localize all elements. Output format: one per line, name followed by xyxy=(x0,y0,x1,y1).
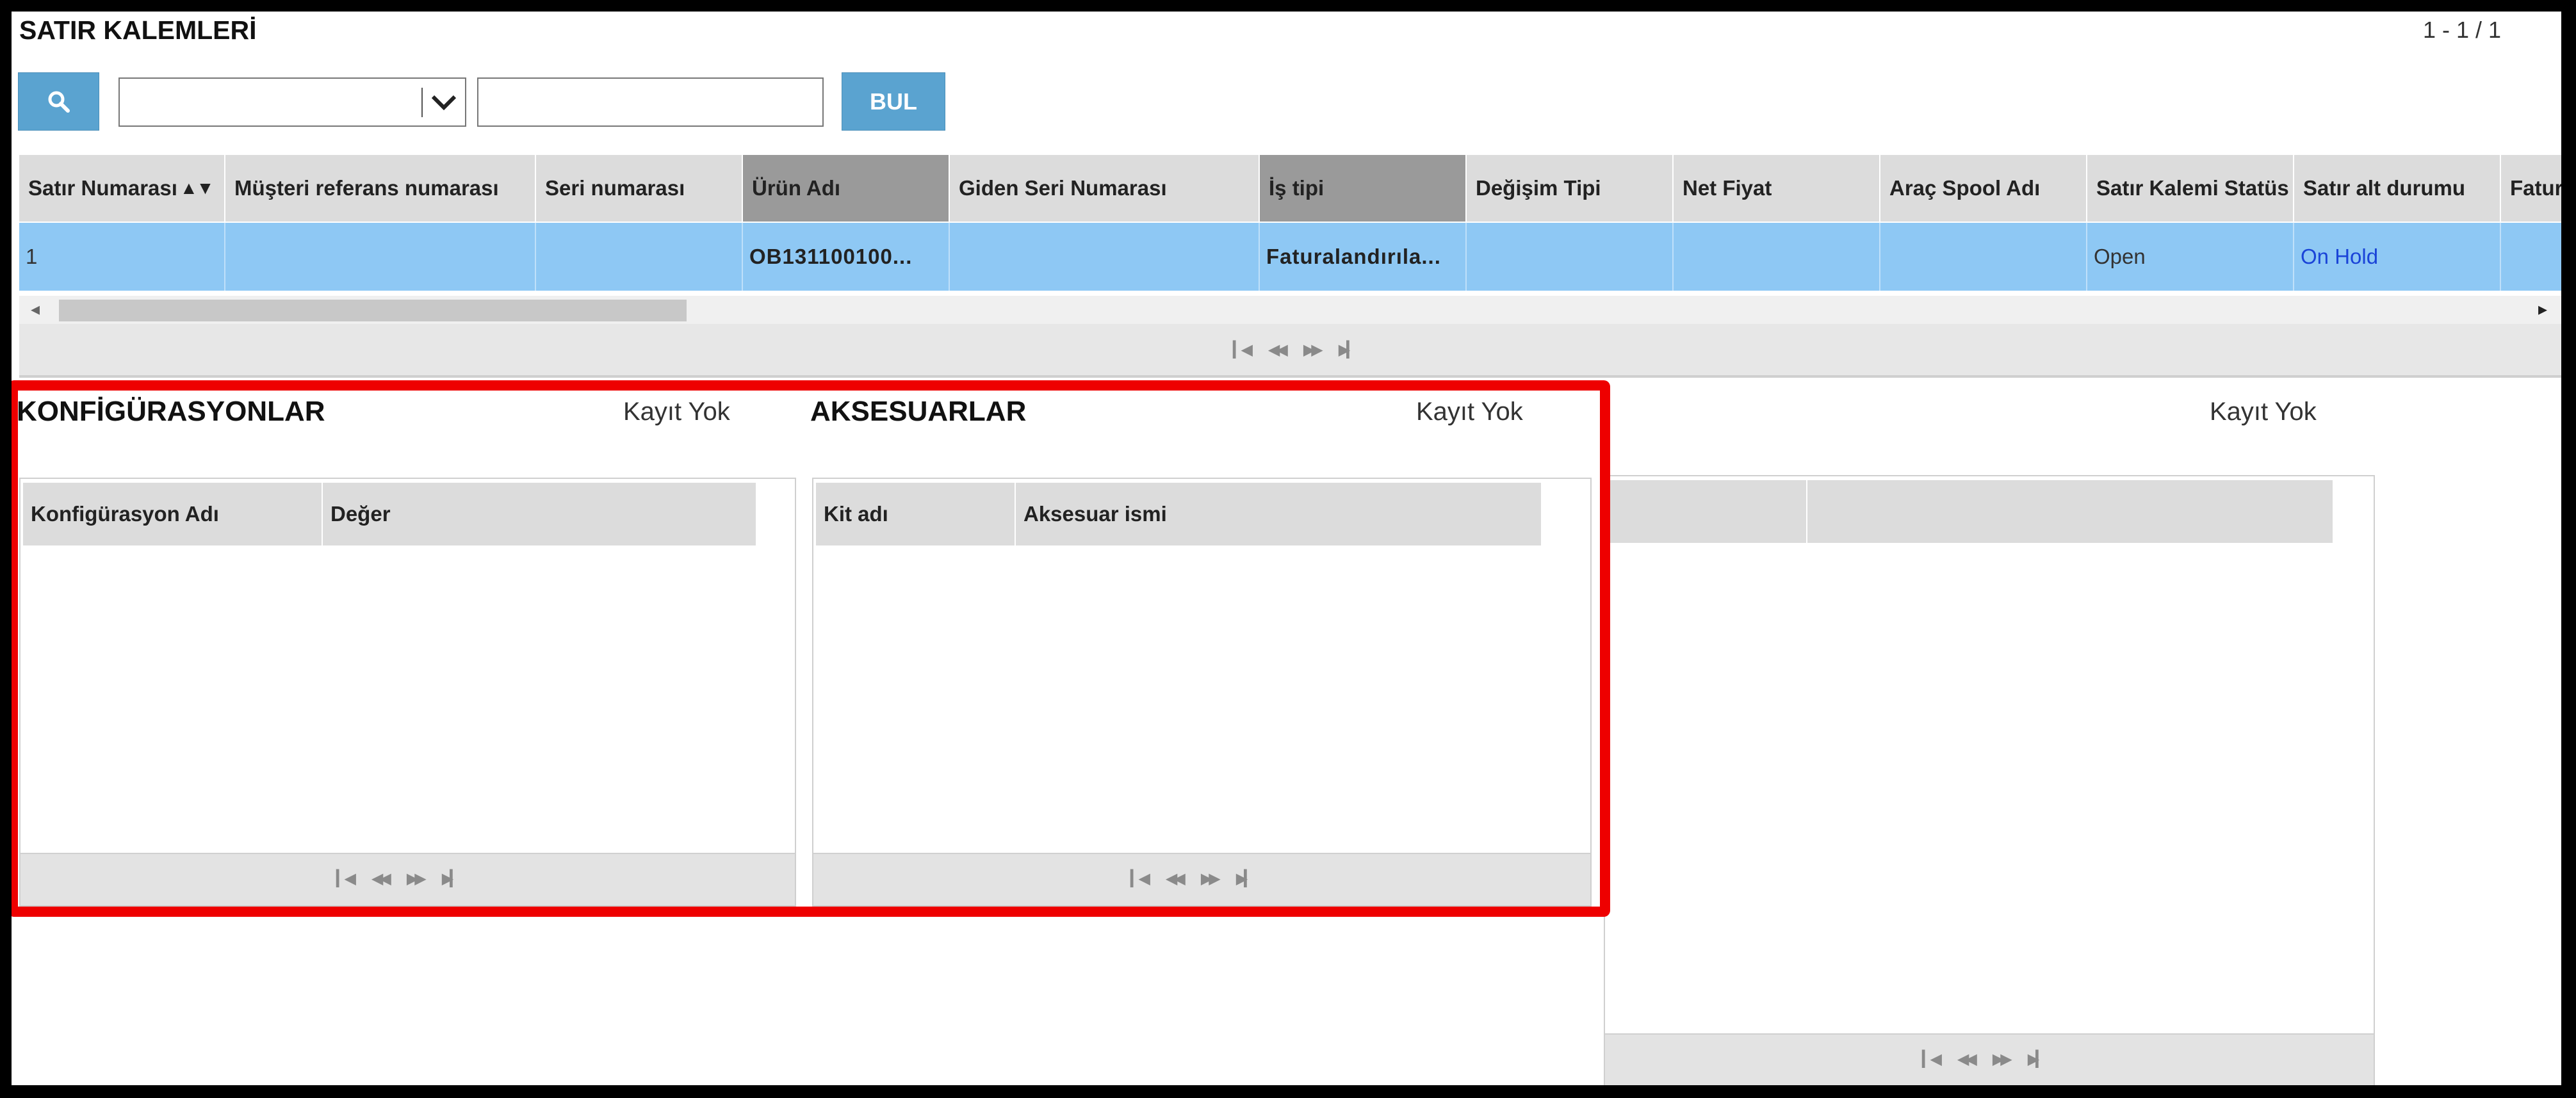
cell-invoice xyxy=(2501,223,2561,291)
configurations-panel: Konfigürasyon Adı Değer ▎◀ ◀◀ ▶▶ ▶▎ xyxy=(19,478,796,907)
find-button[interactable]: BUL xyxy=(842,72,945,131)
page-title: SATIR KALEMLERİ xyxy=(19,15,257,45)
accessories-header: Kit adı Aksesuar ismi xyxy=(816,483,1542,545)
last-page-icon[interactable]: ▶▎ xyxy=(1339,341,1358,359)
screen: SATIR KALEMLERİ 1 - 1 / 1 BUL Satır Numa… xyxy=(12,12,2561,1085)
chevron-down-icon xyxy=(431,95,457,111)
cell-serial-number xyxy=(536,223,743,291)
next-page-icon[interactable]: ▶▶ xyxy=(407,869,427,888)
next-page-icon[interactable]: ▶▶ xyxy=(1201,869,1221,888)
sort-icon[interactable]: ▲▼ xyxy=(180,178,214,198)
cell-product-name: OB131100100... xyxy=(743,223,950,291)
column-header-customer-ref[interactable]: Müşteri referans numarası xyxy=(225,155,536,222)
first-page-icon[interactable]: ▎◀ xyxy=(336,869,356,888)
configurations-title: KONFİGÜRASYONLAR xyxy=(17,396,325,427)
third-panel-empty-text: Kayıt Yok xyxy=(2210,398,2317,426)
dropdown-separator xyxy=(421,88,423,117)
column-header-line-status[interactable]: Satır Kalemi Statüs xyxy=(2087,155,2294,222)
scrollbar-thumb[interactable] xyxy=(59,300,687,321)
next-page-icon[interactable]: ▶▶ xyxy=(1303,341,1323,359)
prev-page-icon[interactable]: ◀◀ xyxy=(371,869,391,888)
pager-controls: ▎◀ ◀◀ ▶▶ ▶▎ xyxy=(336,869,462,888)
scroll-left-icon[interactable]: ◂ xyxy=(31,298,40,319)
column-header-invoice[interactable]: Fatur xyxy=(2501,155,2561,222)
cell-outgoing-serial xyxy=(950,223,1260,291)
last-page-icon[interactable]: ▶▎ xyxy=(2028,1050,2048,1069)
configurations-pager: ▎◀ ◀◀ ▶▶ ▶▎ xyxy=(20,853,795,905)
column-header-sub-status[interactable]: Satır alt durumu xyxy=(2294,155,2501,222)
search-icon xyxy=(48,91,70,113)
first-page-icon[interactable]: ▎◀ xyxy=(1233,341,1253,359)
scroll-right-icon[interactable]: ▸ xyxy=(2538,298,2547,319)
cell-sub-status-link[interactable]: On Hold xyxy=(2294,223,2501,291)
grid-header: Satır Numarası ▲▼ Müşteri referans numar… xyxy=(19,155,2561,222)
column-header-label: Satır Numarası xyxy=(28,176,177,200)
filter-dropdown[interactable] xyxy=(118,77,466,127)
first-page-icon[interactable]: ▎◀ xyxy=(1922,1050,1942,1069)
column-header-value[interactable]: Değer xyxy=(323,483,757,545)
search-button[interactable] xyxy=(18,72,99,131)
cell-line-status: Open xyxy=(2087,223,2294,291)
cell-spool-name xyxy=(1880,223,2087,291)
prev-page-icon[interactable]: ◀◀ xyxy=(1957,1050,1977,1069)
column-header-net-price[interactable]: Net Fiyat xyxy=(1674,155,1880,222)
third-panel: ▎◀ ◀◀ ▶▶ ▶▎ xyxy=(1604,475,2375,1085)
column-header-job-type[interactable]: İş tipi xyxy=(1260,155,1467,222)
configurations-header: Konfigürasyon Adı Değer xyxy=(23,483,757,545)
column-header-spool-name[interactable]: Araç Spool Adı xyxy=(1880,155,2087,222)
prev-page-icon[interactable]: ◀◀ xyxy=(1268,341,1288,359)
column-header-serial-number[interactable]: Seri numarası xyxy=(536,155,743,222)
search-input[interactable] xyxy=(477,77,824,127)
column-header-outgoing-serial[interactable]: Giden Seri Numarası xyxy=(950,155,1260,222)
prev-page-icon[interactable]: ◀◀ xyxy=(1166,869,1186,888)
table-row[interactable]: 1 OB131100100... Faturalandırıla... Open… xyxy=(19,223,2561,291)
cell-line-number: 1 xyxy=(19,223,225,291)
column-header-accessory-name[interactable]: Aksesuar ismi xyxy=(1016,483,1542,545)
next-page-icon[interactable]: ▶▶ xyxy=(1993,1050,2012,1069)
grid-pager: ▎◀ ◀◀ ▶▶ ▶▎ xyxy=(19,324,2561,378)
column-header-change-type[interactable]: Değişim Tipi xyxy=(1467,155,1674,222)
column-header-config-name[interactable]: Konfigürasyon Adı xyxy=(23,483,323,545)
pager-controls: ▎◀ ◀◀ ▶▶ ▶▎ xyxy=(1233,341,1358,359)
first-page-icon[interactable]: ▎◀ xyxy=(1130,869,1150,888)
record-count: 1 - 1 / 1 xyxy=(2422,17,2501,43)
cell-job-type: Faturalandırıla... xyxy=(1260,223,1467,291)
column-header-blank-1[interactable] xyxy=(1608,480,1807,543)
third-panel-header xyxy=(1608,480,2334,543)
pager-controls: ▎◀ ◀◀ ▶▶ ▶▎ xyxy=(1922,1050,2048,1069)
cell-net-price xyxy=(1674,223,1880,291)
column-header-product-name[interactable]: Ürün Adı xyxy=(743,155,950,222)
cell-change-type xyxy=(1467,223,1674,291)
cell-customer-ref xyxy=(225,223,536,291)
accessories-empty-text: Kayıt Yok xyxy=(1416,398,1523,426)
horizontal-scrollbar[interactable]: ◂ ▸ xyxy=(19,296,2561,324)
accessories-pager: ▎◀ ◀◀ ▶▶ ▶▎ xyxy=(813,853,1590,905)
accessories-title: AKSESUARLAR xyxy=(810,396,1027,427)
accessories-panel: Kit adı Aksesuar ismi ▎◀ ◀◀ ▶▶ ▶▎ xyxy=(812,478,1592,907)
last-page-icon[interactable]: ▶▎ xyxy=(442,869,462,888)
column-header-line-number[interactable]: Satır Numarası ▲▼ xyxy=(19,155,225,222)
third-panel-pager: ▎◀ ◀◀ ▶▶ ▶▎ xyxy=(1605,1033,2374,1085)
last-page-icon[interactable]: ▶▎ xyxy=(1236,869,1256,888)
configurations-empty-text: Kayıt Yok xyxy=(623,398,730,426)
column-header-blank-2[interactable] xyxy=(1807,480,2334,543)
column-header-kit-name[interactable]: Kit adı xyxy=(816,483,1016,545)
pager-controls: ▎◀ ◀◀ ▶▶ ▶▎ xyxy=(1130,869,1256,888)
